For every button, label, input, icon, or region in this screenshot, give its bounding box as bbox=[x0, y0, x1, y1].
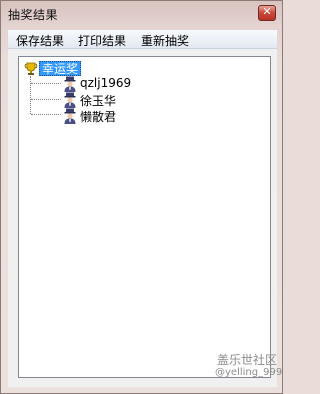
tree-root-lucky-prize[interactable]: 幸运奖 bbox=[39, 61, 82, 76]
tree-item-winner-3[interactable]: 懒散君 bbox=[80, 108, 116, 125]
close-button[interactable]: ✕ bbox=[258, 5, 276, 21]
tree-item-winner-2[interactable]: 徐玉华 bbox=[80, 92, 116, 109]
title-bar[interactable]: 抽奖结果 ✕ bbox=[1, 1, 282, 27]
trophy-icon bbox=[24, 62, 38, 75]
lottery-result-window: 抽奖结果 ✕ 保存结果 打印结果 重新抽奖 幸运奖 qzlj1969 徐玉华 懒… bbox=[0, 0, 283, 394]
close-icon: ✕ bbox=[262, 5, 272, 18]
tree-connector bbox=[31, 114, 61, 115]
tree-connector bbox=[31, 99, 61, 100]
watermark-community: 盖乐世社区 bbox=[217, 353, 278, 367]
tree-item-winner-1[interactable]: qzlj1969 bbox=[80, 76, 131, 90]
client-area: 幸运奖 qzlj1969 徐玉华 懒散君 bbox=[8, 49, 277, 387]
watermark-handle: @yelling_999 bbox=[215, 367, 283, 378]
window-title: 抽奖结果 bbox=[8, 8, 59, 22]
menu-item-save-results[interactable]: 保存结果 bbox=[16, 32, 64, 49]
menu-bar: 保存结果 打印结果 重新抽奖 bbox=[8, 30, 277, 49]
menu-item-print-results[interactable]: 打印结果 bbox=[78, 32, 126, 49]
person-icon bbox=[64, 108, 76, 124]
tree-connector-vertical bbox=[30, 76, 31, 114]
tree-connector bbox=[31, 83, 61, 84]
person-icon bbox=[64, 92, 76, 108]
menu-item-redraw[interactable]: 重新抽奖 bbox=[141, 32, 189, 49]
result-tree-view[interactable]: 幸运奖 qzlj1969 徐玉华 懒散君 bbox=[18, 56, 271, 378]
person-icon bbox=[64, 76, 76, 92]
